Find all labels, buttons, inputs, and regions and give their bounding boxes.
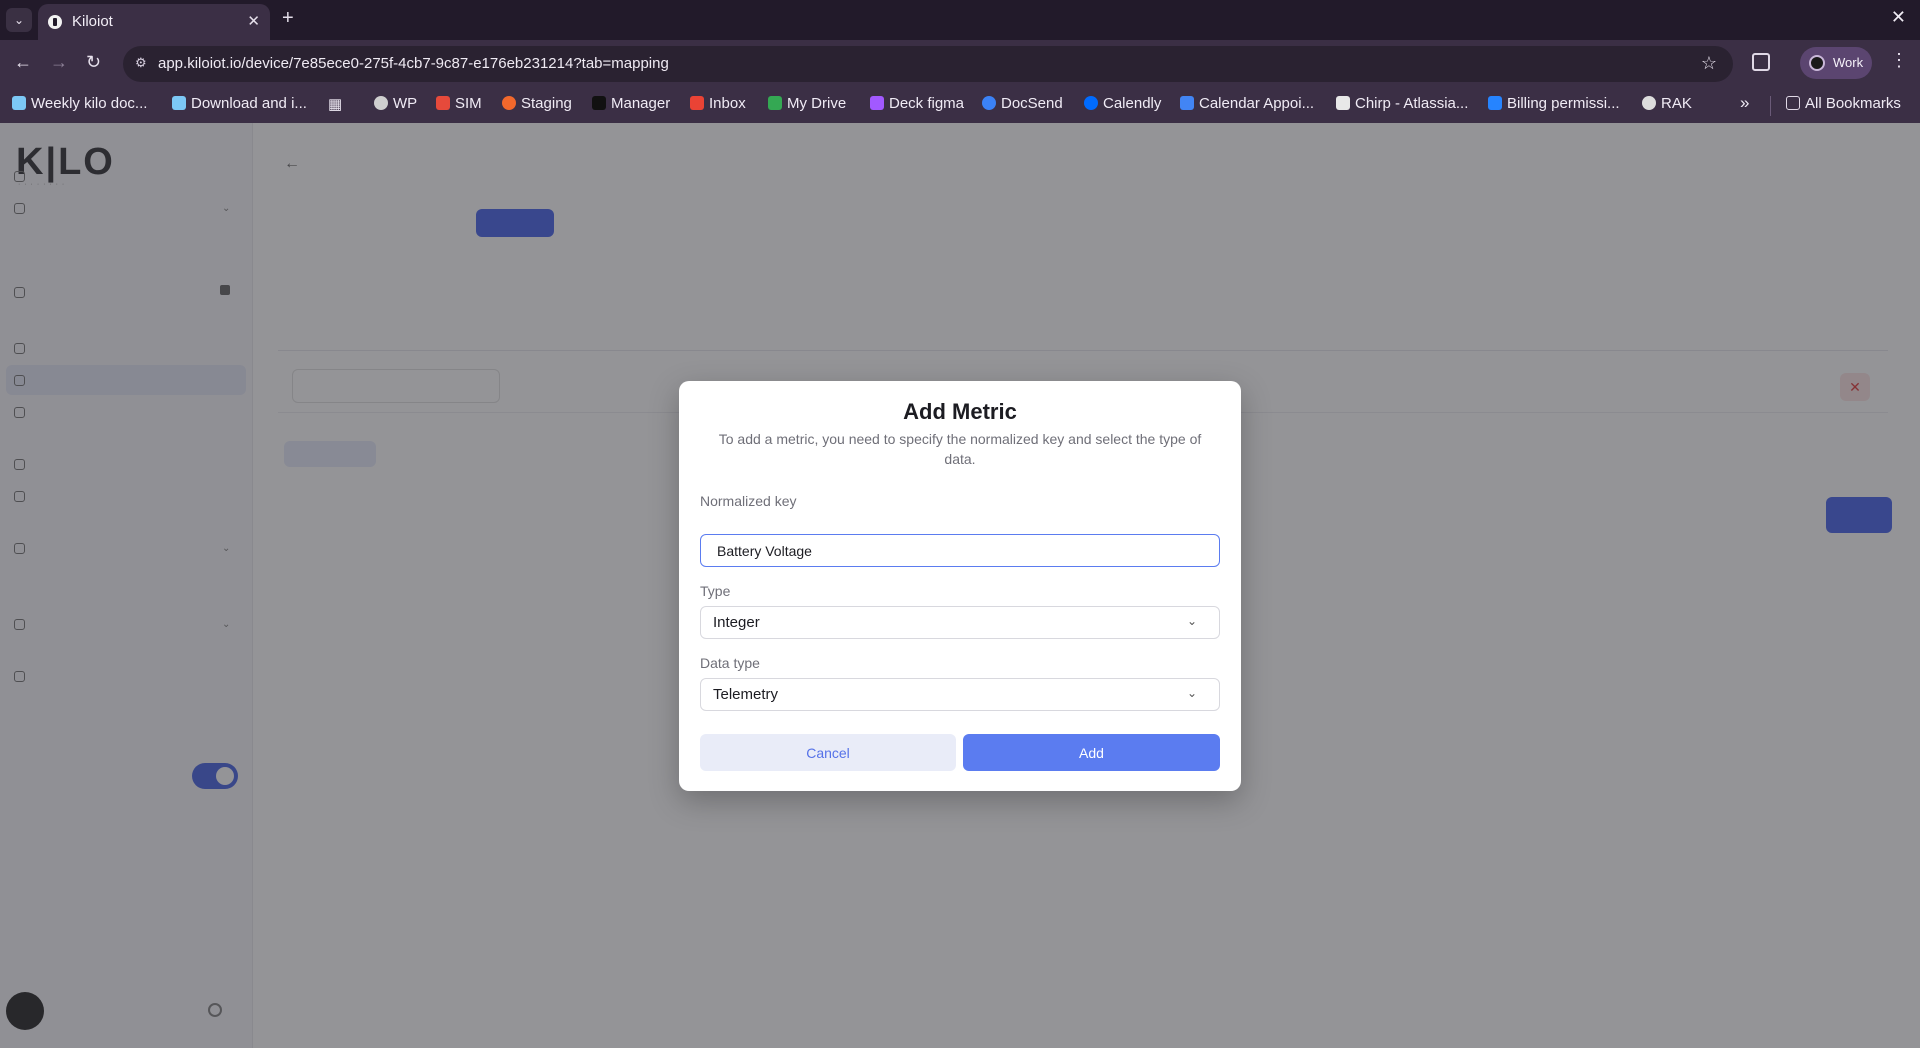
calendly-icon (1084, 96, 1098, 110)
checkbox-icon (12, 96, 26, 110)
chevron-down-icon: ⌄ (1186, 614, 1197, 628)
browser-tab-bar: ⌄ Kiloiot ✕ + ✕ (0, 0, 1920, 40)
more-bookmarks-icon[interactable]: » (1740, 93, 1749, 113)
bookmark-item[interactable]: Deck figma (870, 95, 964, 112)
sim-icon (436, 96, 450, 110)
data-type-select[interactable]: Telemetry ⌄ (700, 678, 1220, 711)
data-type-select-value: Telemetry (713, 686, 779, 703)
bookmark-item[interactable]: Inbox (690, 95, 746, 112)
bookmark-item[interactable]: Weekly kilo doc... (12, 95, 147, 112)
bookmark-item[interactable]: Billing permissi... (1488, 95, 1620, 112)
apps-grid-icon[interactable]: ▦ (328, 95, 342, 113)
tab-search-icon[interactable]: ⌄ (6, 8, 32, 32)
extensions-icon[interactable] (1752, 53, 1770, 71)
bookmark-item[interactable]: WP (374, 95, 417, 112)
add-metric-dialog: Add Metric To add a metric, you need to … (679, 381, 1241, 791)
chevron-down-icon: ⌄ (1186, 686, 1197, 700)
profile-avatar-icon (1809, 55, 1825, 71)
reload-icon[interactable]: ↻ (86, 52, 101, 73)
profile-button[interactable]: Work (1800, 47, 1872, 79)
data-type-label: Data type (700, 655, 760, 671)
browser-menu-icon[interactable]: ⋮ (1890, 50, 1908, 71)
browser-toolbar: ← → ↻ ⚙ app.kiloiot.io/device/7e85ece0-2… (0, 40, 1920, 88)
docsend-icon (982, 96, 996, 110)
new-tab-icon[interactable]: + (282, 7, 294, 30)
dialog-title: Add Metric (903, 399, 1017, 424)
address-bar[interactable]: ⚙ app.kiloiot.io/device/7e85ece0-275f-4c… (123, 46, 1733, 82)
bookmark-item[interactable]: Manager (592, 95, 670, 112)
bookmark-star-icon[interactable]: ☆ (1701, 53, 1717, 74)
bookmarks-bar: Weekly kilo doc... Download and i... ▦ W… (0, 88, 1920, 123)
checkbox-icon (172, 96, 186, 110)
bookmark-item[interactable]: Calendly (1084, 95, 1161, 112)
close-tab-icon[interactable]: ✕ (247, 12, 260, 30)
rak-icon (1642, 96, 1656, 110)
figma-icon (870, 96, 884, 110)
url-text[interactable]: app.kiloiot.io/device/7e85ece0-275f-4cb7… (158, 55, 669, 72)
calendar-icon (1180, 96, 1194, 110)
normalized-key-label: Normalized key (700, 493, 797, 509)
type-label: Type (700, 583, 731, 599)
tab-title: Kiloiot (72, 13, 113, 30)
bookmarks-divider (1770, 96, 1771, 116)
atlassian-icon (1488, 96, 1502, 110)
manager-icon (592, 96, 606, 110)
type-select-value: Integer (713, 614, 760, 631)
bookmark-item[interactable]: Staging (502, 95, 572, 112)
add-button[interactable]: Add (963, 734, 1220, 771)
kiloiot-favicon-icon (48, 15, 62, 29)
folder-icon (1786, 96, 1800, 110)
bookmark-item[interactable]: Chirp - Atlassia... (1336, 95, 1468, 112)
bookmark-item[interactable]: SIM (436, 95, 482, 112)
google-drive-icon (768, 96, 782, 110)
bookmark-item[interactable]: Calendar Appoi... (1180, 95, 1314, 112)
site-info-icon[interactable]: ⚙ (135, 55, 151, 71)
dialog-description: To add a metric, you need to specify the… (718, 431, 1202, 467)
bookmark-item[interactable]: RAK (1642, 95, 1692, 112)
chirp-icon (1336, 96, 1350, 110)
browser-tab[interactable]: Kiloiot ✕ (38, 4, 270, 40)
all-bookmarks-button[interactable]: All Bookmarks (1786, 95, 1901, 112)
forward-arrow-icon[interactable]: → (50, 52, 68, 73)
profile-label: Work (1833, 55, 1864, 70)
type-select[interactable]: Integer ⌄ (700, 606, 1220, 639)
wordpress-icon (374, 96, 388, 110)
normalized-key-input[interactable] (700, 534, 1220, 567)
bookmark-item[interactable]: DocSend (982, 95, 1063, 112)
staging-icon (502, 96, 516, 110)
back-arrow-icon[interactable]: ← (14, 52, 32, 73)
gmail-icon (690, 96, 704, 110)
bookmark-item[interactable]: Download and i... (172, 95, 307, 112)
close-window-icon[interactable]: ✕ (1891, 7, 1906, 28)
cancel-button[interactable]: Cancel (700, 734, 956, 771)
bookmark-item[interactable]: My Drive (768, 95, 846, 112)
